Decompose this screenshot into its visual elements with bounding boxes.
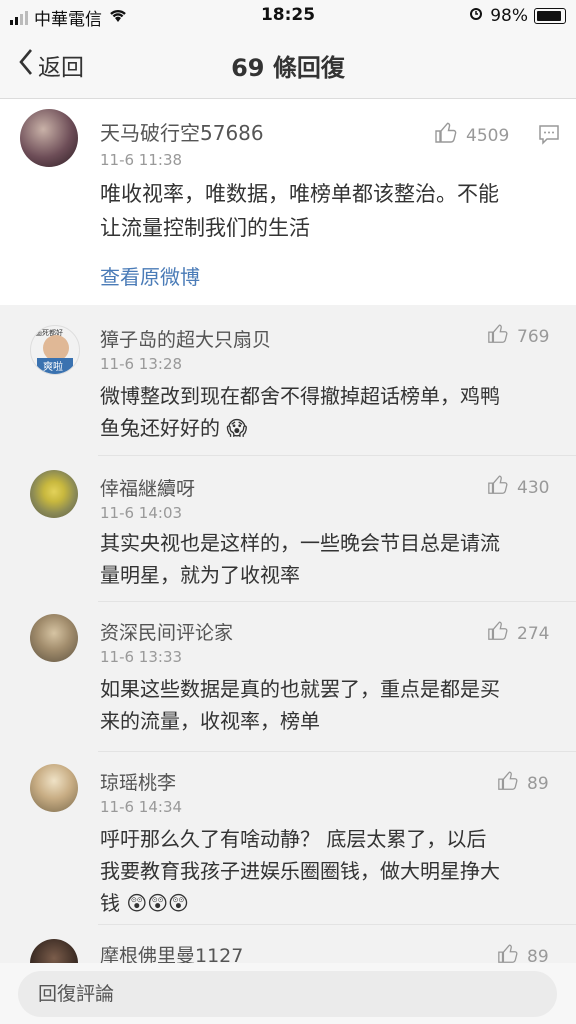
comment-text-line: 唯收视率，唯数据，唯榜单都该整治。不能 [100, 182, 499, 206]
like-button[interactable]: 274 [487, 620, 549, 647]
avatar[interactable] [30, 939, 78, 963]
list-item: 琼瑶桃李 11-6 14:34 89 呼吁那么久了有啥动静？ 底层太累了，以后 … [0, 752, 576, 925]
page-title: 69 條回復 [231, 54, 345, 82]
battery-percent: 98% [490, 5, 528, 26]
avatar[interactable]: 画死都好 爽啦 [30, 325, 80, 375]
avatar[interactable] [20, 109, 78, 167]
nav-bar: 返回 69 條回復 [0, 32, 576, 99]
avatar[interactable] [30, 470, 78, 518]
comment-text-line: 微博整改到现在都舍不得撤掉超话榜单，鸡鸭 [100, 384, 500, 408]
comment-text-line: 让流量控制我们的生活 [100, 216, 310, 240]
thumbs-up-icon [487, 620, 509, 647]
like-button[interactable]: 430 [487, 474, 549, 501]
author-name[interactable]: 倖福継續呀 [100, 474, 195, 501]
reply-input[interactable]: 回復評論 [18, 971, 557, 1017]
view-original-link[interactable]: 查看原微博 [100, 261, 200, 290]
avatar[interactable] [30, 764, 78, 812]
comment-text-line: 来的流量，收视率，榜单 [100, 709, 320, 733]
author-name[interactable]: 獐子岛的超大只扇贝 [100, 325, 271, 352]
comment-time: 11-6 14:34 [100, 798, 183, 816]
like-count: 89 [527, 946, 549, 964]
like-count: 769 [517, 326, 550, 347]
list-item: 资深民间评论家 11-6 13:33 274 如果这些数据是真的也就罢了，重点是… [0, 602, 576, 752]
thumbs-up-icon [434, 121, 458, 150]
comment-text-line: 呼吁那么久了有啥动静？ 底层太累了，以后 [100, 827, 487, 851]
comment-text-line: 鱼兔还好好的 😱 [100, 416, 248, 440]
thumbs-up-icon [497, 770, 519, 797]
like-count: 4509 [466, 125, 510, 146]
avatar-badge-text: 爽啦 [43, 362, 63, 373]
author-name[interactable]: 摩根佛里曼1127 [100, 941, 243, 963]
comment-text-line: 如果这些数据是真的也就罢了，重点是都是买 [100, 677, 500, 701]
list-item: 摩根佛里曼1127 89 [0, 925, 576, 963]
like-button[interactable]: 769 [487, 323, 549, 350]
list-item: 倖福継續呀 11-6 14:03 430 其实央视也是这样的，一些晚会节目总是请… [0, 456, 576, 602]
reply-bar: 回復評論 [0, 963, 576, 1024]
list-item: 画死都好 爽啦 獐子岛的超大只扇贝 11-6 13:28 769 微博整改到现在… [0, 305, 576, 456]
comment-time: 11-6 13:28 [100, 355, 183, 373]
comment-text-line: 钱 😲😲😲 [100, 891, 189, 915]
like-button[interactable]: 89 [497, 770, 549, 797]
like-button[interactable]: 89 [497, 943, 549, 963]
comment-time: 11-6 13:33 [100, 648, 183, 666]
comment-time: 11-6 14:03 [100, 504, 183, 522]
avatar[interactable] [30, 614, 78, 662]
reply-list: 画死都好 爽啦 獐子岛的超大只扇贝 11-6 13:28 769 微博整改到现在… [0, 305, 576, 963]
comment-text-line: 其实央视也是这样的，一些晚会节目总是请流 [100, 531, 500, 555]
author-name[interactable]: 琼瑶桃李 [100, 768, 176, 795]
reply-comment-icon[interactable] [538, 123, 560, 149]
post-time: 11-6 11:38 [100, 151, 183, 169]
comment-text-line: 我要教育我孩子进娱乐圈圈钱，做大明星挣大 [100, 859, 500, 883]
comment-text-line: 量明星，就为了收视率 [100, 563, 300, 587]
like-count: 430 [517, 477, 550, 498]
thumbs-up-icon [497, 943, 519, 963]
thumbs-up-icon [487, 323, 509, 350]
main-comment: 天马破行空57686 11-6 11:38 4509 唯收视率，唯数据，唯榜单都… [0, 99, 576, 305]
status-bar: 中華電信 18:25 98% [0, 0, 576, 32]
author-name[interactable]: 资深民间评论家 [100, 618, 233, 645]
battery-icon [534, 7, 566, 24]
like-count: 274 [517, 623, 550, 644]
thumbs-up-icon [487, 474, 509, 501]
author-name[interactable]: 天马破行空57686 [100, 117, 264, 146]
status-right: 98% [468, 5, 566, 26]
like-count: 89 [527, 773, 549, 794]
alarm-icon [468, 5, 484, 26]
like-button[interactable]: 4509 [434, 121, 509, 150]
